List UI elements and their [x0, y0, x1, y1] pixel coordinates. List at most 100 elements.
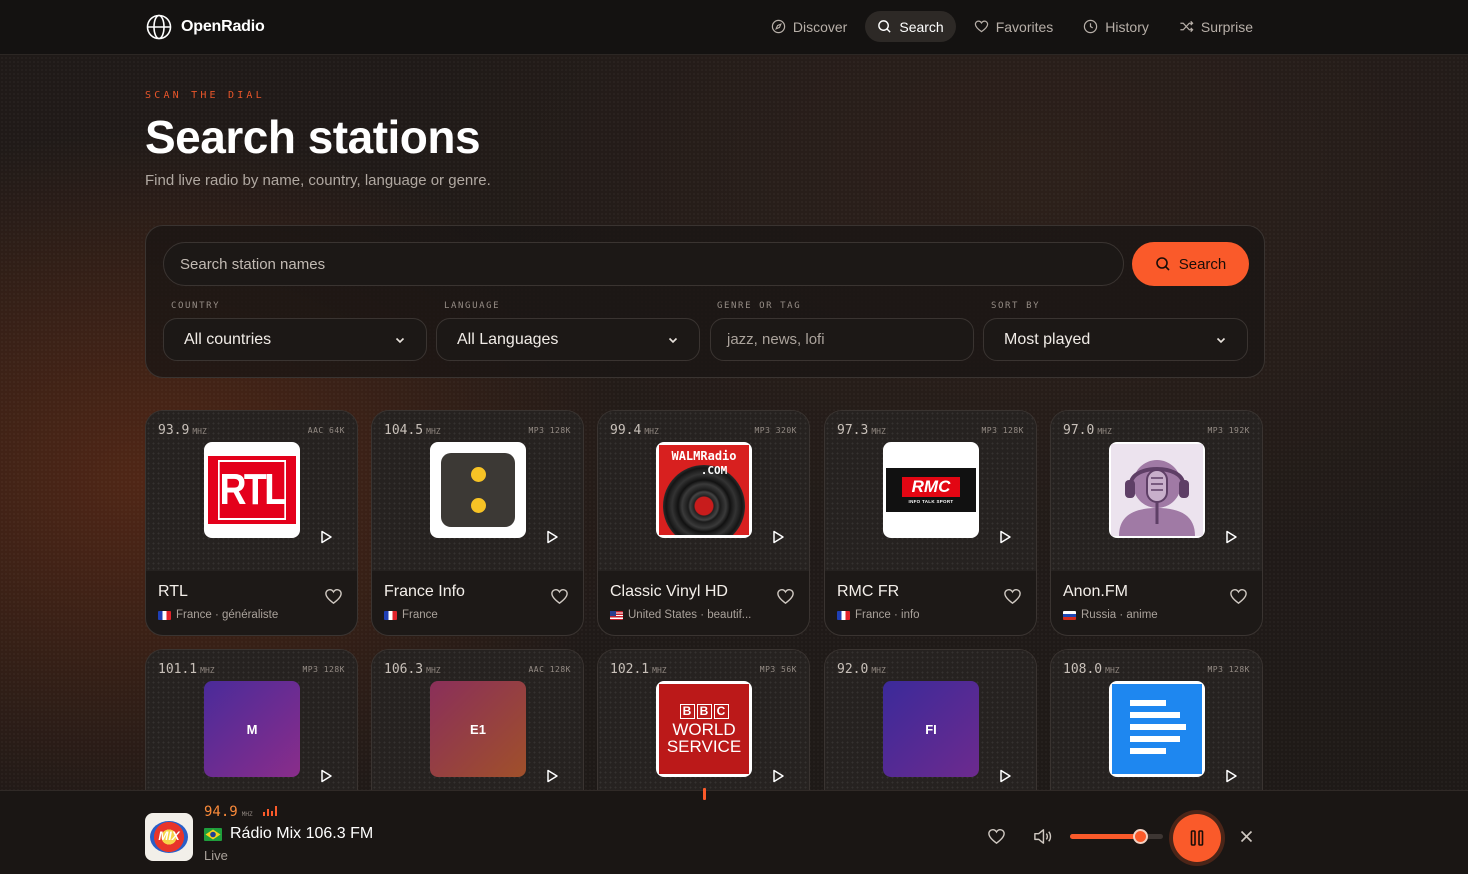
- favorite-icon[interactable]: [987, 827, 1006, 846]
- country-select[interactable]: All countries: [163, 318, 427, 361]
- nav-label: Favorites: [995, 18, 1054, 35]
- station-frequency: 99.4 MHZ: [610, 423, 659, 438]
- station-meta: France · info: [837, 609, 920, 621]
- station-card[interactable]: 97.0 MHZ MP3 192K Anon.FM Russia · anime: [1050, 410, 1263, 636]
- now-playing-bar: MIX 94.9 MHZ Rádio Mix 106.3 FM Live: [0, 788, 1468, 874]
- language-value: All Languages: [457, 330, 559, 348]
- play-icon[interactable]: [770, 768, 786, 784]
- favorite-icon[interactable]: [324, 587, 343, 606]
- station-card[interactable]: 106.3 MHZ AAC 128K E1: [371, 649, 584, 809]
- pause-icon: [1190, 830, 1204, 846]
- station-card[interactable]: 93.9 MHZ AAC 64K RTL RTL France · général…: [145, 410, 358, 636]
- nav-search[interactable]: Search: [865, 11, 956, 42]
- nav-discover[interactable]: Discover: [759, 11, 859, 42]
- brand[interactable]: OpenRadio: [146, 14, 265, 40]
- now-playing-art: MIX: [145, 813, 193, 861]
- anon-logo: [1109, 442, 1205, 538]
- nav-favorites[interactable]: Favorites: [962, 11, 1066, 42]
- station-codec: MP3 128K: [302, 665, 345, 674]
- nav-label: History: [1105, 18, 1149, 35]
- genre-input[interactable]: jazz, news, lofi: [710, 318, 974, 361]
- equalizer-icon: [262, 806, 277, 816]
- shuffle-icon: [1180, 20, 1194, 33]
- play-icon[interactable]: [997, 529, 1013, 545]
- rtl-logo: RTL: [204, 442, 300, 538]
- station-initials-art: FI: [883, 681, 979, 777]
- sort-value: Most played: [1004, 330, 1091, 348]
- nav-label: Discover: [792, 18, 848, 35]
- page-subtitle: Find live radio by name, country, langua…: [145, 172, 491, 189]
- play-icon[interactable]: [318, 768, 334, 784]
- station-codec: AAC 128K: [528, 665, 571, 674]
- page-title: Search stations: [145, 111, 481, 163]
- station-card[interactable]: 99.4 MHZ MP3 320K WALMRadio .COM Classic …: [597, 410, 810, 636]
- favorite-icon[interactable]: [1003, 587, 1022, 606]
- play-icon[interactable]: [544, 768, 560, 784]
- play-icon[interactable]: [1223, 529, 1239, 545]
- play-icon[interactable]: [318, 529, 334, 545]
- genre-placeholder: jazz, news, lofi: [727, 331, 825, 348]
- brand-name: OpenRadio: [181, 18, 265, 35]
- flag-russia-icon: [1063, 610, 1076, 620]
- station-name: Anon.FM: [1063, 583, 1128, 600]
- compass-icon: [771, 19, 786, 34]
- language-select[interactable]: All Languages: [436, 318, 700, 361]
- search-icon: [1155, 257, 1170, 271]
- volume-knob[interactable]: [1132, 829, 1148, 844]
- station-frequency: 106.3 MHZ: [384, 662, 441, 677]
- walmradio-logo: WALMRadio .COM: [656, 442, 752, 538]
- station-codec: MP3 56K: [759, 665, 797, 674]
- station-card[interactable]: 104.5 MHZ MP3 128K France Info France: [371, 410, 584, 636]
- search-icon: [878, 20, 891, 33]
- sort-label: SORT BY: [991, 301, 1041, 311]
- play-icon[interactable]: [544, 529, 560, 545]
- volume-icon[interactable]: [1032, 827, 1053, 846]
- clock-icon: [1084, 19, 1098, 34]
- station-frequency: 102.1 MHZ: [610, 662, 667, 677]
- country-value: All countries: [184, 330, 272, 348]
- favorite-icon[interactable]: [1229, 587, 1248, 606]
- station-card[interactable]: 101.1 MHZ MP3 128K M: [145, 649, 358, 809]
- station-card[interactable]: 92.0 MHZ FI: [824, 649, 1037, 809]
- station-name: France Info: [384, 583, 465, 600]
- nav-surprise[interactable]: Surprise: [1167, 11, 1265, 42]
- station-frequency: 93.9 MHZ: [158, 423, 207, 438]
- station-codec: MP3 320K: [754, 426, 797, 435]
- chevron-down-icon: [395, 337, 405, 343]
- volume-slider[interactable]: [1070, 829, 1163, 844]
- nav-links: Discover Search Favorites History Surpri…: [759, 11, 1265, 42]
- play-icon[interactable]: [1223, 768, 1239, 784]
- station-card[interactable]: 108.0 MHZ MP3 128K: [1050, 649, 1263, 809]
- sort-select[interactable]: Most played: [983, 318, 1248, 361]
- close-icon[interactable]: [1239, 829, 1254, 844]
- station-codec: MP3 128K: [981, 426, 1024, 435]
- pause-button[interactable]: [1173, 814, 1221, 862]
- doc-logo: [1109, 681, 1205, 777]
- station-name: Classic Vinyl HD: [610, 583, 728, 600]
- now-playing-status: Live: [204, 848, 228, 863]
- globe-icon: [146, 14, 172, 40]
- station-card[interactable]: 97.3 MHZ MP3 128K RMC INFO TALK SPORT RMC…: [824, 410, 1037, 636]
- station-meta: France: [384, 609, 438, 621]
- favorite-icon[interactable]: [550, 587, 569, 606]
- station-name: RTL: [158, 583, 188, 600]
- play-icon[interactable]: [997, 768, 1013, 784]
- play-icon[interactable]: [770, 529, 786, 545]
- language-label: LANGUAGE: [444, 301, 501, 311]
- station-initials-art: M: [204, 681, 300, 777]
- favorite-icon[interactable]: [776, 587, 795, 606]
- station-frequency: 97.0 MHZ: [1063, 423, 1112, 438]
- nav-history[interactable]: History: [1071, 11, 1161, 42]
- bbc-logo: B B C WORLD SERVICE: [656, 681, 752, 777]
- flag-usa-icon: [610, 610, 623, 620]
- search-button[interactable]: Search: [1132, 242, 1249, 286]
- now-playing-station: Rádio Mix 106.3 FM: [204, 825, 373, 843]
- station-frequency: 104.5 MHZ: [384, 423, 441, 438]
- dial-indicator: [703, 788, 706, 800]
- station-codec: MP3 192K: [1207, 426, 1250, 435]
- station-meta: France · généraliste: [158, 609, 278, 621]
- station-frequency: 108.0 MHZ: [1063, 662, 1120, 677]
- station-card[interactable]: 102.1 MHZ MP3 56K B B C WORLD SERVICE: [597, 649, 810, 809]
- search-input[interactable]: [163, 242, 1124, 286]
- nav-label: Surprise: [1200, 18, 1253, 35]
